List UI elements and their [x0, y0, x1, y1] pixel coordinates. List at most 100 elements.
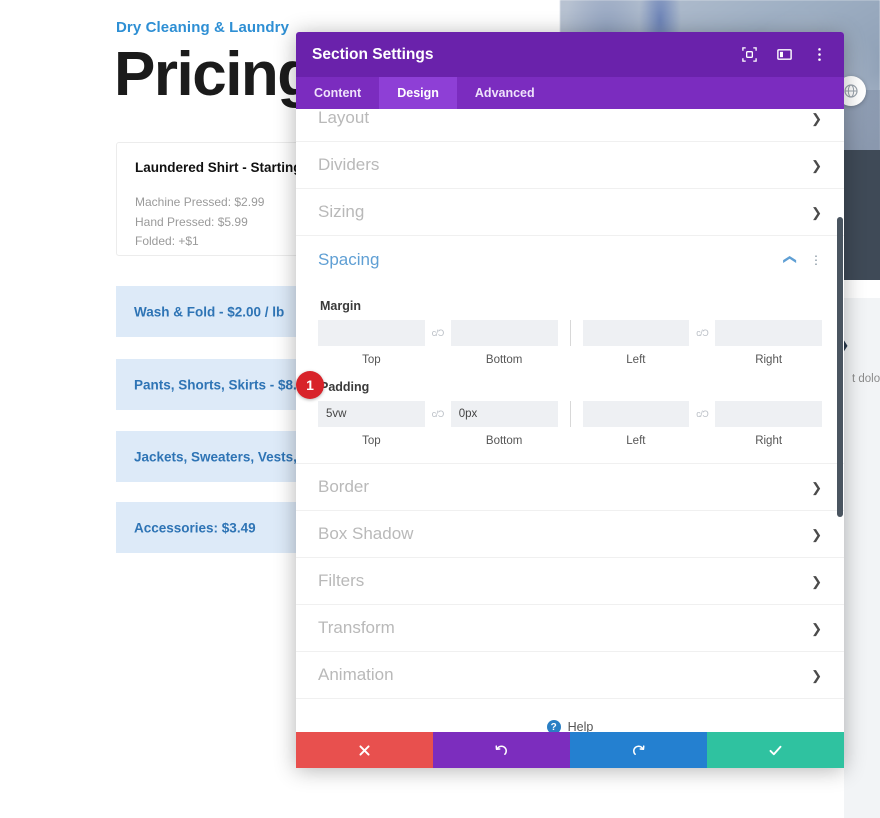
margin-bottom-input[interactable] — [451, 320, 558, 346]
help-row[interactable]: ? Help — [296, 699, 844, 732]
section-transform[interactable]: Transform ❯ — [296, 605, 844, 652]
close-icon — [358, 744, 371, 757]
section-options-kebab-icon[interactable]: ⋮ — [810, 254, 822, 266]
field-caption: Top — [362, 435, 381, 447]
margin-leftright-link-icon[interactable]: c/Ɔ — [689, 320, 715, 346]
margin-label: Margin — [320, 299, 822, 313]
section-label: Border — [318, 477, 369, 497]
padding-left-cell: Left — [583, 401, 690, 447]
focus-target-icon[interactable] — [741, 46, 758, 63]
section-spacing[interactable]: Spacing ❯ ⋮ — [296, 236, 844, 283]
section-animation[interactable]: Animation ❯ — [296, 652, 844, 699]
price-row-label: Pants, Shorts, Skirts - $8.49 — [134, 377, 312, 392]
right-side-panel-top — [844, 280, 880, 298]
modal-title: Section Settings — [312, 46, 433, 64]
section-label: Filters — [318, 571, 364, 591]
padding-top-cell: Top — [318, 401, 425, 447]
price-row-label: Wash & Fold - $2.00 / lb — [134, 304, 284, 319]
tab-content[interactable]: Content — [296, 77, 379, 109]
settings-scroll-area: Layout ❯ Dividers ❯ Sizing ❯ Spacing ❯ ⋮ — [296, 109, 844, 732]
margin-top-cell: Top — [318, 320, 425, 366]
section-label: Dividers — [318, 155, 379, 175]
section-sizing[interactable]: Sizing ❯ — [296, 189, 844, 236]
tab-advanced[interactable]: Advanced — [457, 77, 553, 109]
padding-top-input[interactable] — [318, 401, 425, 427]
section-label: Animation — [318, 665, 394, 685]
margin-left-input[interactable] — [583, 320, 690, 346]
spacing-panel: Margin Top c/Ɔ Bottom — [296, 283, 844, 464]
cancel-button[interactable] — [296, 732, 433, 768]
undo-button[interactable] — [433, 732, 570, 768]
redo-icon — [631, 743, 646, 758]
redo-button[interactable] — [570, 732, 707, 768]
chevron-down-icon: ❯ — [811, 622, 822, 635]
scrollbar-thumb[interactable] — [837, 217, 843, 517]
help-label: Help — [568, 720, 594, 732]
right-panel-text: t dolore — [852, 373, 880, 385]
price-card-line: Folded: +$1 — [135, 234, 199, 248]
field-caption: Top — [362, 354, 381, 366]
margin-right-cell: Right — [715, 320, 822, 366]
check-icon — [768, 743, 783, 758]
padding-right-input[interactable] — [715, 401, 822, 427]
chevron-down-icon: ❯ — [811, 206, 822, 219]
modal-titlebar: Section Settings — [296, 32, 844, 77]
section-label: Transform — [318, 618, 395, 638]
padding-left-input[interactable] — [583, 401, 690, 427]
padding-bottom-cell: Bottom — [451, 401, 558, 447]
price-card-line: Machine Pressed: $2.99 — [135, 195, 264, 209]
split-panel-icon[interactable] — [776, 46, 793, 63]
section-label: Spacing — [318, 250, 379, 270]
undo-icon — [494, 743, 509, 758]
modal-body: Layout ❯ Dividers ❯ Sizing ❯ Spacing ❯ ⋮ — [296, 109, 844, 732]
margin-fields: Top c/Ɔ Bottom Left — [318, 320, 822, 366]
section-box-shadow[interactable]: Box Shadow ❯ — [296, 511, 844, 558]
titlebar-actions — [741, 46, 828, 63]
padding-leftright-link-icon[interactable]: c/Ɔ — [689, 401, 715, 427]
page-eyebrow: Dry Cleaning & Laundry — [116, 19, 289, 36]
chevron-down-icon: ❯ — [811, 528, 822, 541]
margin-bottom-cell: Bottom — [451, 320, 558, 366]
chevron-up-icon: ❯ — [782, 254, 795, 265]
padding-topbottom-link-icon[interactable]: c/Ɔ — [425, 401, 451, 427]
annotation-badge-1: 1 — [296, 371, 324, 399]
field-caption: Left — [626, 354, 645, 366]
price-row-label: Accessories: $3.49 — [134, 520, 256, 535]
margin-topbottom-link-icon[interactable]: c/Ɔ — [425, 320, 451, 346]
tab-design[interactable]: Design — [379, 77, 457, 109]
modal-tabs: Content Design Advanced — [296, 77, 844, 109]
kebab-menu-icon[interactable] — [811, 46, 828, 63]
section-label: Sizing — [318, 202, 364, 222]
margin-right-input[interactable] — [715, 320, 822, 346]
padding-right-cell: Right — [715, 401, 822, 447]
field-divider — [570, 401, 571, 427]
chevron-down-icon: ❯ — [811, 481, 822, 494]
margin-top-input[interactable] — [318, 320, 425, 346]
chevron-down-icon: ❯ — [811, 112, 822, 125]
field-caption: Right — [755, 435, 782, 447]
section-layout[interactable]: Layout ❯ — [296, 109, 844, 142]
page-title: Pricing — [114, 44, 314, 106]
section-border[interactable]: Border ❯ — [296, 464, 844, 511]
right-side-panel — [844, 280, 880, 818]
section-settings-modal: Section Settings — [296, 32, 844, 768]
modal-scrollbar[interactable] — [837, 217, 843, 732]
chevron-down-icon: ❯ — [811, 575, 822, 588]
screenshot-root: Dry Cleaning & Laundry Pricing Laundered… — [0, 0, 880, 818]
padding-bottom-input[interactable] — [451, 401, 558, 427]
help-icon: ? — [547, 720, 561, 732]
field-caption: Bottom — [486, 354, 522, 366]
save-button[interactable] — [707, 732, 844, 768]
field-divider — [570, 320, 571, 346]
section-filters[interactable]: Filters ❯ — [296, 558, 844, 605]
section-label: Box Shadow — [318, 524, 413, 544]
section-dividers[interactable]: Dividers ❯ — [296, 142, 844, 189]
price-card-line: Hand Pressed: $5.99 — [135, 215, 248, 229]
padding-label: Padding — [320, 380, 822, 394]
field-caption: Left — [626, 435, 645, 447]
modal-footer — [296, 732, 844, 768]
field-caption: Bottom — [486, 435, 522, 447]
section-label: Layout — [318, 109, 369, 128]
margin-left-cell: Left — [583, 320, 690, 366]
padding-fields: Top c/Ɔ Bottom Left — [318, 401, 822, 447]
